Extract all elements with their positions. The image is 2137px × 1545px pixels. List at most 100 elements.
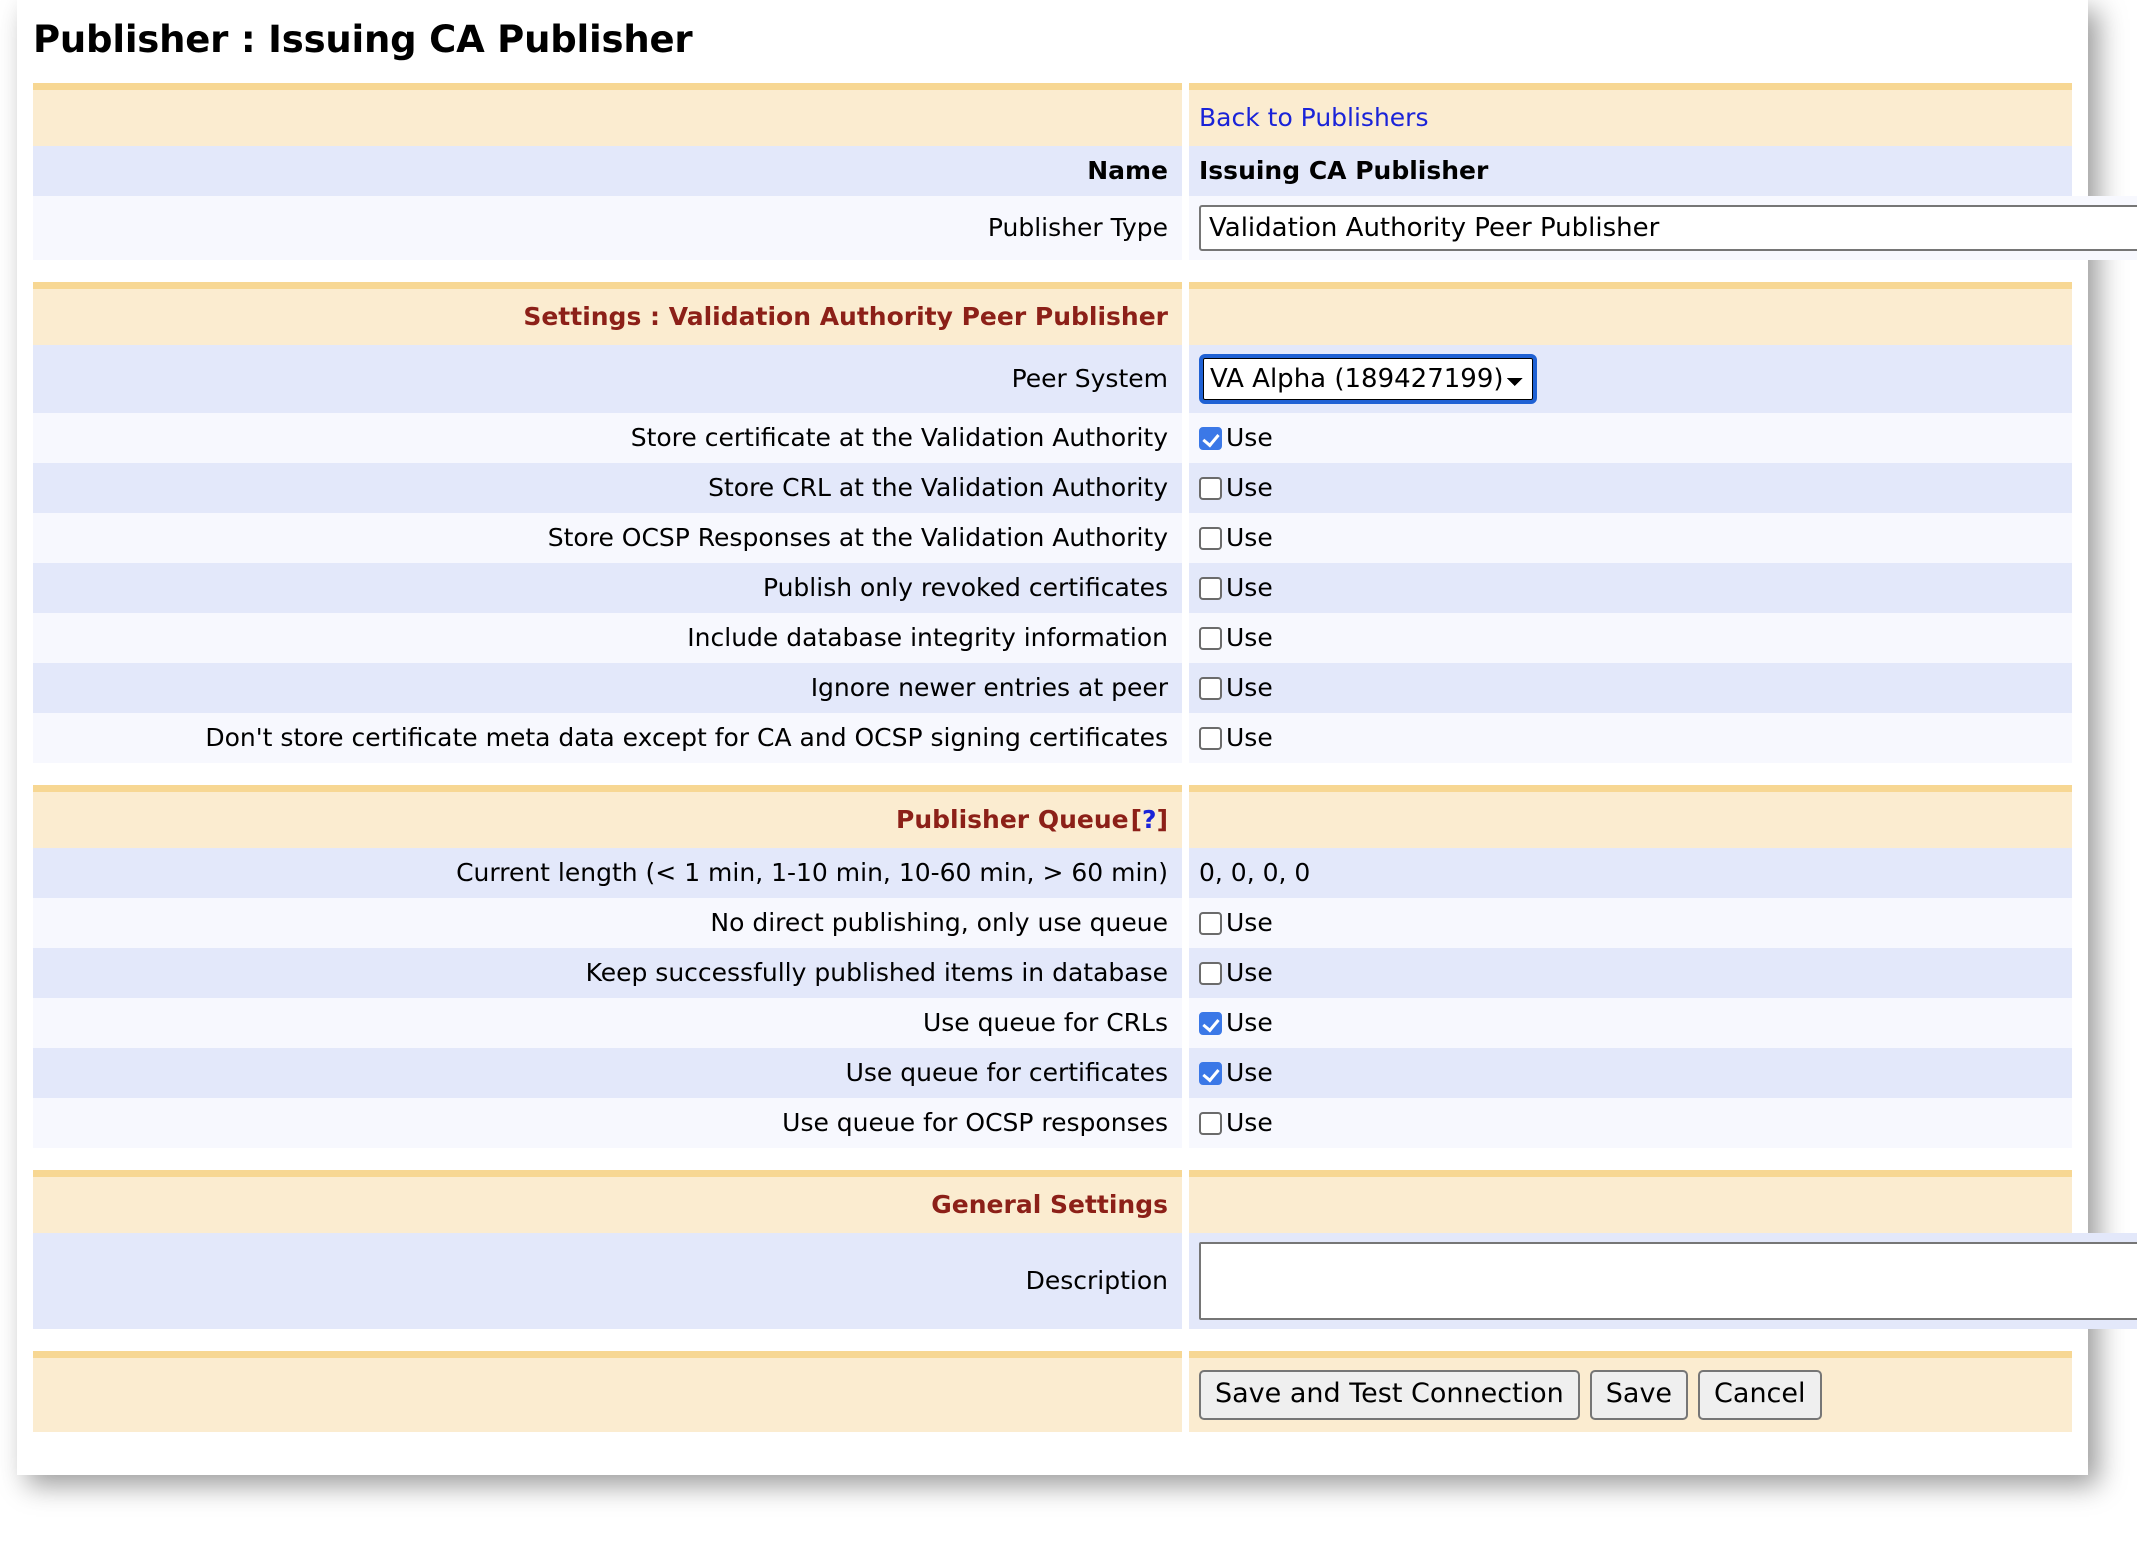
setting-row-value: Use	[1189, 713, 2072, 763]
setting-row: No direct publishing, only use queue Use	[33, 898, 2072, 948]
publisher-type-row: Publisher Type Validation Authority Peer…	[33, 196, 2072, 260]
general-section-header-right	[1189, 1170, 2072, 1233]
setting-row-value: Use	[1189, 898, 2072, 948]
setting-row-value: Use	[1189, 1098, 2072, 1148]
settings-section-header: Settings : Validation Authority Peer Pub…	[33, 282, 2072, 345]
use-checkbox-label: Use	[1226, 957, 1273, 989]
setting-row: Use queue for OCSP responses Use	[33, 1098, 2072, 1148]
setting-row-value: Use	[1189, 1048, 2072, 1098]
checkbox-unchecked-icon[interactable]	[1199, 962, 1222, 985]
checkbox-unchecked-icon[interactable]	[1199, 727, 1222, 750]
setting-row-value: Use	[1189, 998, 2072, 1048]
checkbox-unchecked-icon[interactable]	[1199, 912, 1222, 935]
page-sheet: Publisher : Issuing CA Publisher Back to…	[17, 0, 2088, 1475]
save-and-test-connection-button[interactable]: Save and Test Connection	[1199, 1370, 1580, 1420]
peer-system-row: Peer System VA Alpha (189427199)	[33, 345, 2072, 413]
use-checkbox-label: Use	[1226, 672, 1273, 704]
description-row: Description	[33, 1233, 2072, 1329]
setting-row: Store CRL at the Validation AuthorityUse	[33, 463, 2072, 513]
page-title: Publisher : Issuing CA Publisher	[33, 18, 2072, 61]
queue-help-icon[interactable]: [?]	[1131, 804, 1168, 836]
action-bar-left-cell	[33, 1351, 1182, 1432]
use-checkbox-label: Use	[1226, 1107, 1273, 1139]
name-row: Name Issuing CA Publisher	[33, 146, 2072, 196]
peer-system-focus-ring: VA Alpha (189427199)	[1199, 354, 1537, 404]
use-checkbox-group[interactable]: Use	[1199, 472, 1273, 504]
checkbox-unchecked-icon[interactable]	[1199, 627, 1222, 650]
general-section-title-cell: General Settings	[33, 1170, 1182, 1233]
setting-row-value: Use	[1189, 513, 2072, 563]
description-input[interactable]	[1199, 1242, 2137, 1320]
setting-row-label: No direct publishing, only use queue	[33, 898, 1182, 948]
use-checkbox-group[interactable]: Use	[1199, 572, 1273, 604]
use-checkbox-group[interactable]: Use	[1199, 622, 1273, 654]
setting-row: Store certificate at the Validation Auth…	[33, 413, 2072, 463]
publisher-type-value-cell: Validation Authority Peer Publisher	[1189, 196, 2137, 260]
checkbox-checked-icon[interactable]	[1199, 1012, 1222, 1035]
action-bar-section: Save and Test Connection Save Cancel	[33, 1351, 2072, 1432]
help-question-mark: ?	[1142, 805, 1157, 834]
checkbox-unchecked-icon[interactable]	[1199, 1112, 1222, 1135]
current-length-label: Current length (< 1 min, 1-10 min, 10-60…	[33, 848, 1182, 898]
back-to-publishers-row: Back to Publishers	[33, 83, 2072, 146]
current-length-row: Current length (< 1 min, 1-10 min, 10-60…	[33, 848, 2072, 898]
checkbox-unchecked-icon[interactable]	[1199, 577, 1222, 600]
setting-row: Don't store certificate meta data except…	[33, 713, 2072, 763]
setting-row-label: Use queue for OCSP responses	[33, 1098, 1182, 1148]
use-checkbox-group[interactable]: Use	[1199, 422, 1273, 454]
use-checkbox-group[interactable]: Use	[1199, 672, 1273, 704]
setting-row: Ignore newer entries at peer Use	[33, 663, 2072, 713]
queue-section-title-cell: Publisher Queue [?]	[33, 785, 1182, 848]
setting-row: Store OCSP Responses at the Validation A…	[33, 513, 2072, 563]
general-settings-section: General Settings Description	[33, 1170, 2072, 1329]
current-length-value: 0, 0, 0, 0	[1189, 848, 2072, 898]
checkbox-unchecked-icon[interactable]	[1199, 477, 1222, 500]
use-checkbox-label: Use	[1226, 572, 1273, 604]
save-button[interactable]: Save	[1590, 1370, 1688, 1420]
setting-row-value: Use	[1189, 563, 2072, 613]
use-checkbox-group[interactable]: Use	[1199, 957, 1273, 989]
peer-system-label: Peer System	[33, 345, 1182, 413]
name-label: Name	[33, 146, 1182, 196]
publisher-type-select[interactable]: Validation Authority Peer Publisher	[1199, 205, 2137, 251]
setting-row-label: Use queue for certificates	[33, 1048, 1182, 1098]
general-section-header: General Settings	[33, 1170, 2072, 1233]
checkbox-unchecked-icon[interactable]	[1199, 677, 1222, 700]
setting-row-value: Use	[1189, 663, 2072, 713]
use-checkbox-label: Use	[1226, 422, 1273, 454]
setting-row-value: Use	[1189, 613, 2072, 663]
back-to-publishers-link[interactable]: Back to Publishers	[1199, 102, 1428, 134]
setting-row-label: Publish only revoked certificates	[33, 563, 1182, 613]
name-value: Issuing CA Publisher	[1189, 146, 2072, 196]
setting-row: Include database integrity informationUs…	[33, 613, 2072, 663]
setting-row: Use queue for CRLsUse	[33, 998, 2072, 1048]
action-bar-buttons: Save and Test Connection Save Cancel	[1189, 1351, 2072, 1432]
use-checkbox-group[interactable]: Use	[1199, 907, 1273, 939]
checkbox-unchecked-icon[interactable]	[1199, 527, 1222, 550]
general-section-title: General Settings	[931, 1189, 1168, 1221]
queue-checkbox-rows: No direct publishing, only use queueUseK…	[33, 898, 2072, 1148]
setting-row-value: Use	[1189, 948, 2072, 998]
checkbox-checked-icon[interactable]	[1199, 1062, 1222, 1085]
use-checkbox-group[interactable]: Use	[1199, 522, 1273, 554]
use-checkbox-label: Use	[1226, 1057, 1273, 1089]
use-checkbox-label: Use	[1226, 1007, 1273, 1039]
use-checkbox-group[interactable]: Use	[1199, 1007, 1273, 1039]
use-checkbox-label: Use	[1226, 622, 1273, 654]
use-checkbox-group[interactable]: Use	[1199, 1057, 1273, 1089]
publisher-type-label: Publisher Type	[33, 196, 1182, 260]
setting-row-label: Ignore newer entries at peer	[33, 663, 1182, 713]
setting-row-value: Use	[1189, 463, 2072, 513]
back-row-label-cell	[33, 83, 1182, 146]
setting-row: Keep successfully published items in dat…	[33, 948, 2072, 998]
cancel-button[interactable]: Cancel	[1698, 1370, 1821, 1420]
settings-section-header-right	[1189, 282, 2072, 345]
peer-system-value-cell: VA Alpha (189427199)	[1189, 345, 2072, 413]
peer-system-select[interactable]: VA Alpha (189427199)	[1203, 358, 1533, 400]
use-checkbox-label: Use	[1226, 722, 1273, 754]
queue-section-header: Publisher Queue [?]	[33, 785, 2072, 848]
use-checkbox-group[interactable]: Use	[1199, 1107, 1273, 1139]
checkbox-checked-icon[interactable]	[1199, 427, 1222, 450]
use-checkbox-label: Use	[1226, 472, 1273, 504]
use-checkbox-group[interactable]: Use	[1199, 722, 1273, 754]
